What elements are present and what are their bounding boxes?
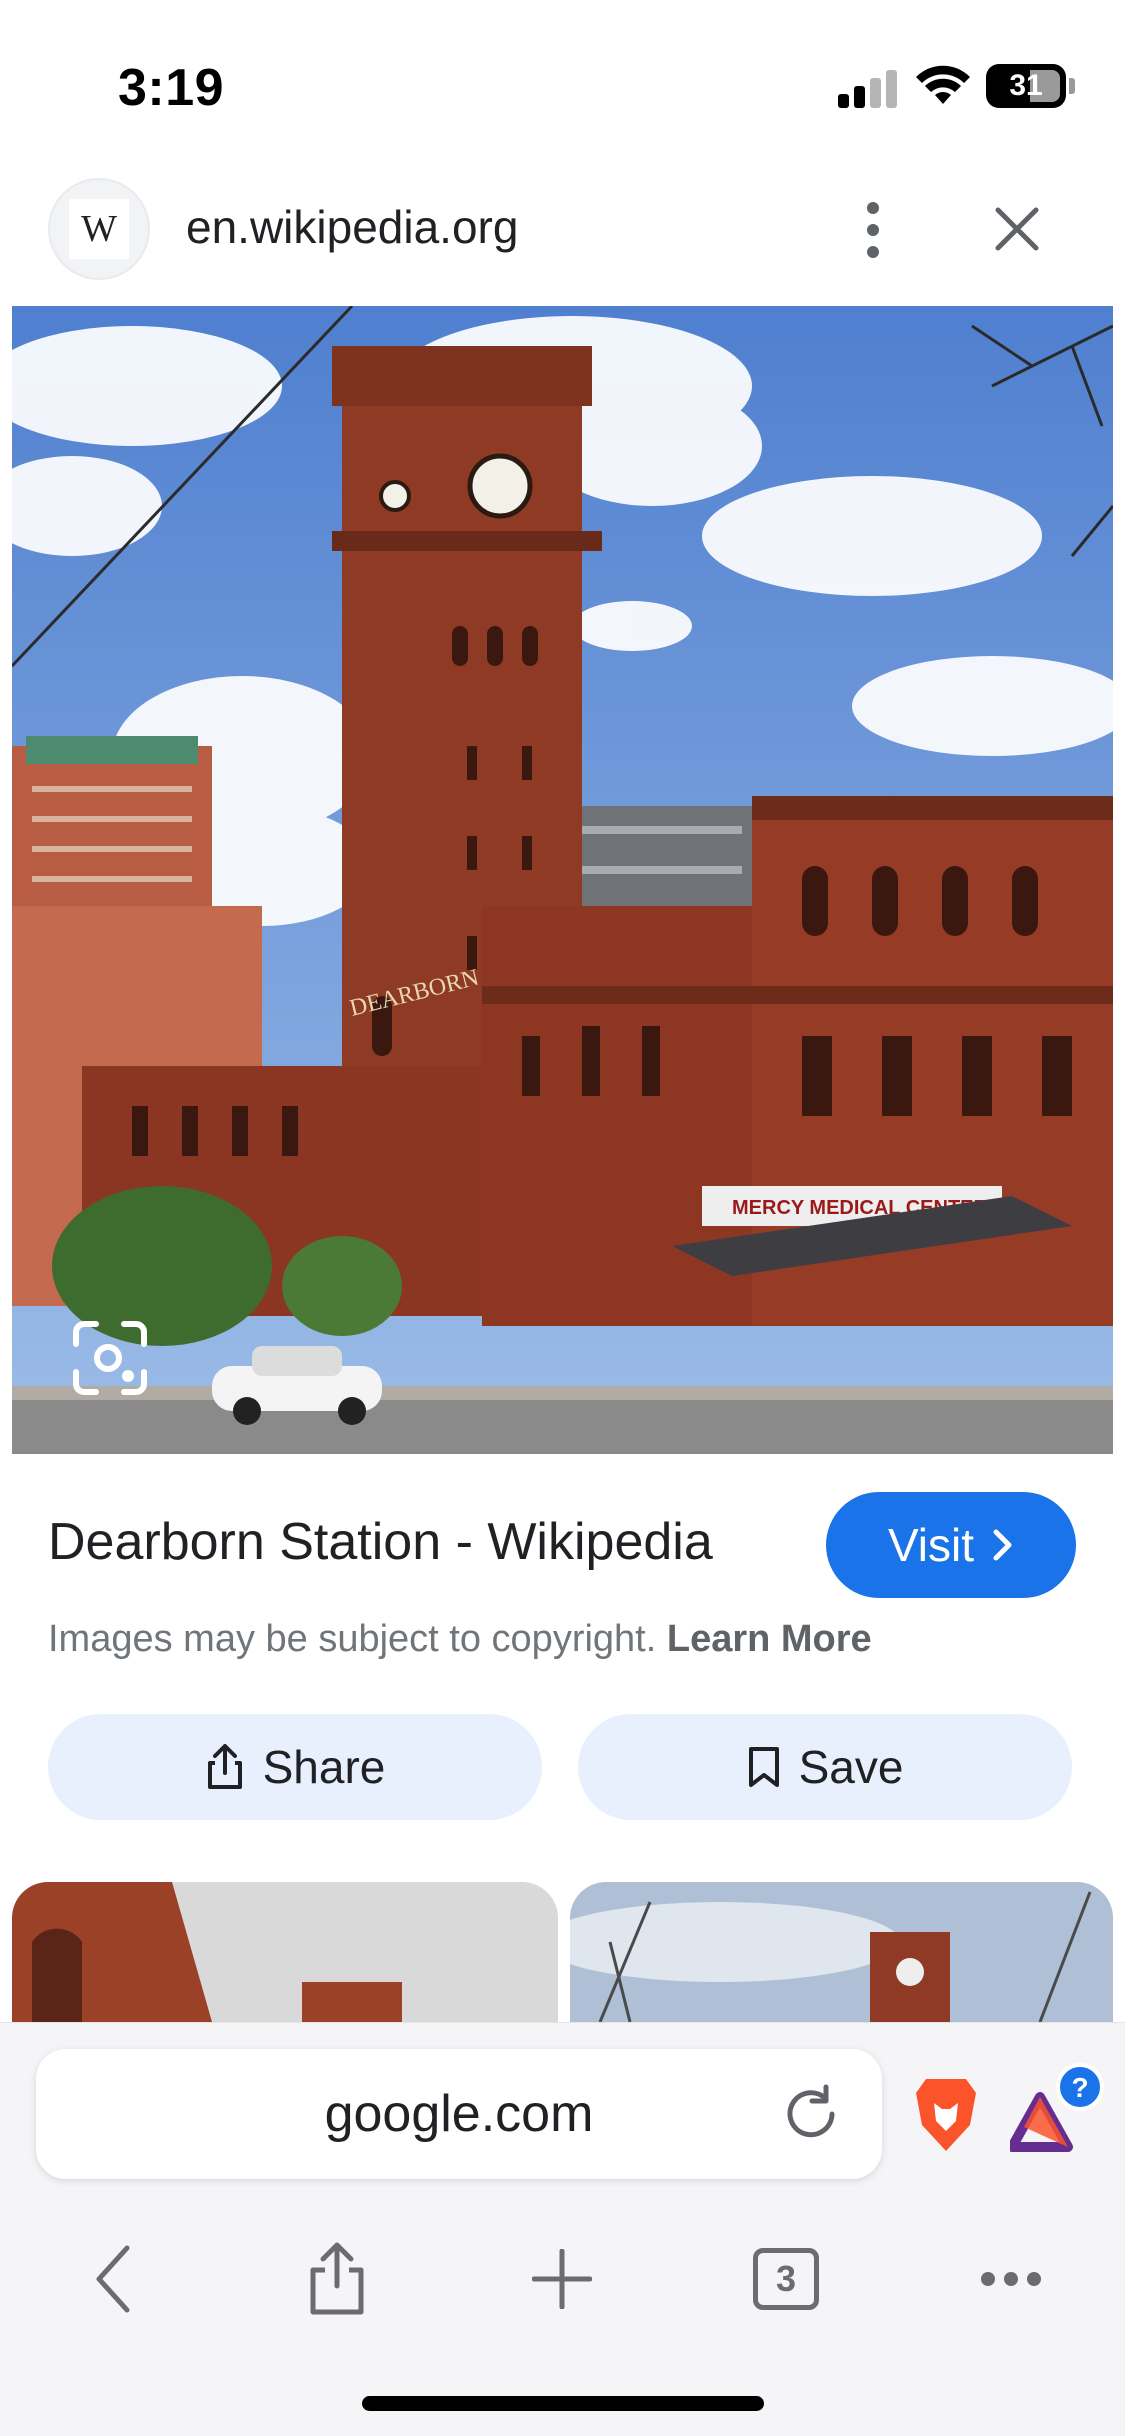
wikipedia-favicon-icon[interactable]: W bbox=[48, 178, 150, 280]
share-icon bbox=[310, 2242, 364, 2315]
home-indicator[interactable] bbox=[362, 2396, 764, 2411]
battery-level: 31 bbox=[1009, 69, 1043, 102]
brave-rewards-icon[interactable]: ? bbox=[1007, 2063, 1110, 2159]
navigation-bar: 3 bbox=[0, 2219, 1125, 2339]
brave-shields-icon[interactable] bbox=[912, 2075, 980, 2155]
more-horizontal-icon bbox=[981, 2272, 1041, 2286]
related-image-thumbnail[interactable] bbox=[12, 1882, 558, 2022]
result-title[interactable]: Dearborn Station - Wikipedia bbox=[48, 1512, 713, 1572]
chevron-left-icon bbox=[96, 2245, 130, 2313]
visit-label: Visit bbox=[887, 1519, 975, 1571]
tabs-button[interactable]: 3 bbox=[731, 2219, 841, 2339]
back-button[interactable] bbox=[58, 2219, 168, 2339]
address-bar[interactable]: google.com bbox=[36, 2049, 882, 2179]
share-page-button[interactable] bbox=[282, 2219, 392, 2339]
browser-bottom-toolbar: google.com ? 3 bbox=[0, 2022, 1125, 2436]
status-time: 3:19 bbox=[118, 59, 225, 117]
copyright-notice: Images may be subject to copyright. Lear… bbox=[48, 1618, 872, 1661]
site-domain[interactable]: en.wikipedia.org bbox=[186, 200, 518, 254]
copyright-text: Images may be subject to copyright. bbox=[48, 1618, 657, 1660]
learn-more-link[interactable]: Learn More bbox=[667, 1618, 872, 1660]
dearborn-station-photo: DEARBORN STATION MERCY MEDICAL CENTER bbox=[12, 306, 1113, 1454]
save-button[interactable]: Save bbox=[578, 1714, 1072, 1820]
share-icon bbox=[207, 1744, 242, 1789]
wifi-icon bbox=[916, 65, 970, 104]
bookmark-icon bbox=[748, 1747, 779, 1787]
related-image-thumbnail[interactable] bbox=[570, 1882, 1113, 2022]
site-header: W en.wikipedia.org bbox=[0, 170, 1125, 300]
chevron-right-icon bbox=[993, 1529, 1012, 1561]
share-label: Share bbox=[262, 1741, 386, 1793]
status-bar: 3:19 31 bbox=[0, 0, 1125, 170]
rewards-badge: ? bbox=[1071, 2072, 1088, 2103]
close-icon[interactable] bbox=[990, 202, 1044, 256]
plus-icon bbox=[532, 2249, 592, 2309]
reload-icon[interactable] bbox=[776, 2079, 846, 2149]
favicon-letter: W bbox=[69, 199, 129, 259]
battery-cap bbox=[1069, 78, 1075, 94]
hero-image[interactable]: DEARBORN STATION MERCY MEDICAL CENTER bbox=[12, 306, 1113, 1454]
save-label: Save bbox=[798, 1741, 904, 1793]
more-options-icon[interactable] bbox=[858, 200, 888, 260]
battery-icon: 31 bbox=[986, 64, 1066, 108]
visit-button[interactable]: Visit bbox=[826, 1492, 1076, 1598]
tab-count: 3 bbox=[753, 2248, 819, 2310]
cellular-signal-icon bbox=[838, 68, 898, 108]
menu-button[interactable] bbox=[956, 2219, 1066, 2339]
new-tab-button[interactable] bbox=[507, 2219, 617, 2339]
google-lens-icon[interactable] bbox=[70, 1318, 150, 1398]
share-button[interactable]: Share bbox=[48, 1714, 542, 1820]
url-text[interactable]: google.com bbox=[36, 2049, 802, 2179]
